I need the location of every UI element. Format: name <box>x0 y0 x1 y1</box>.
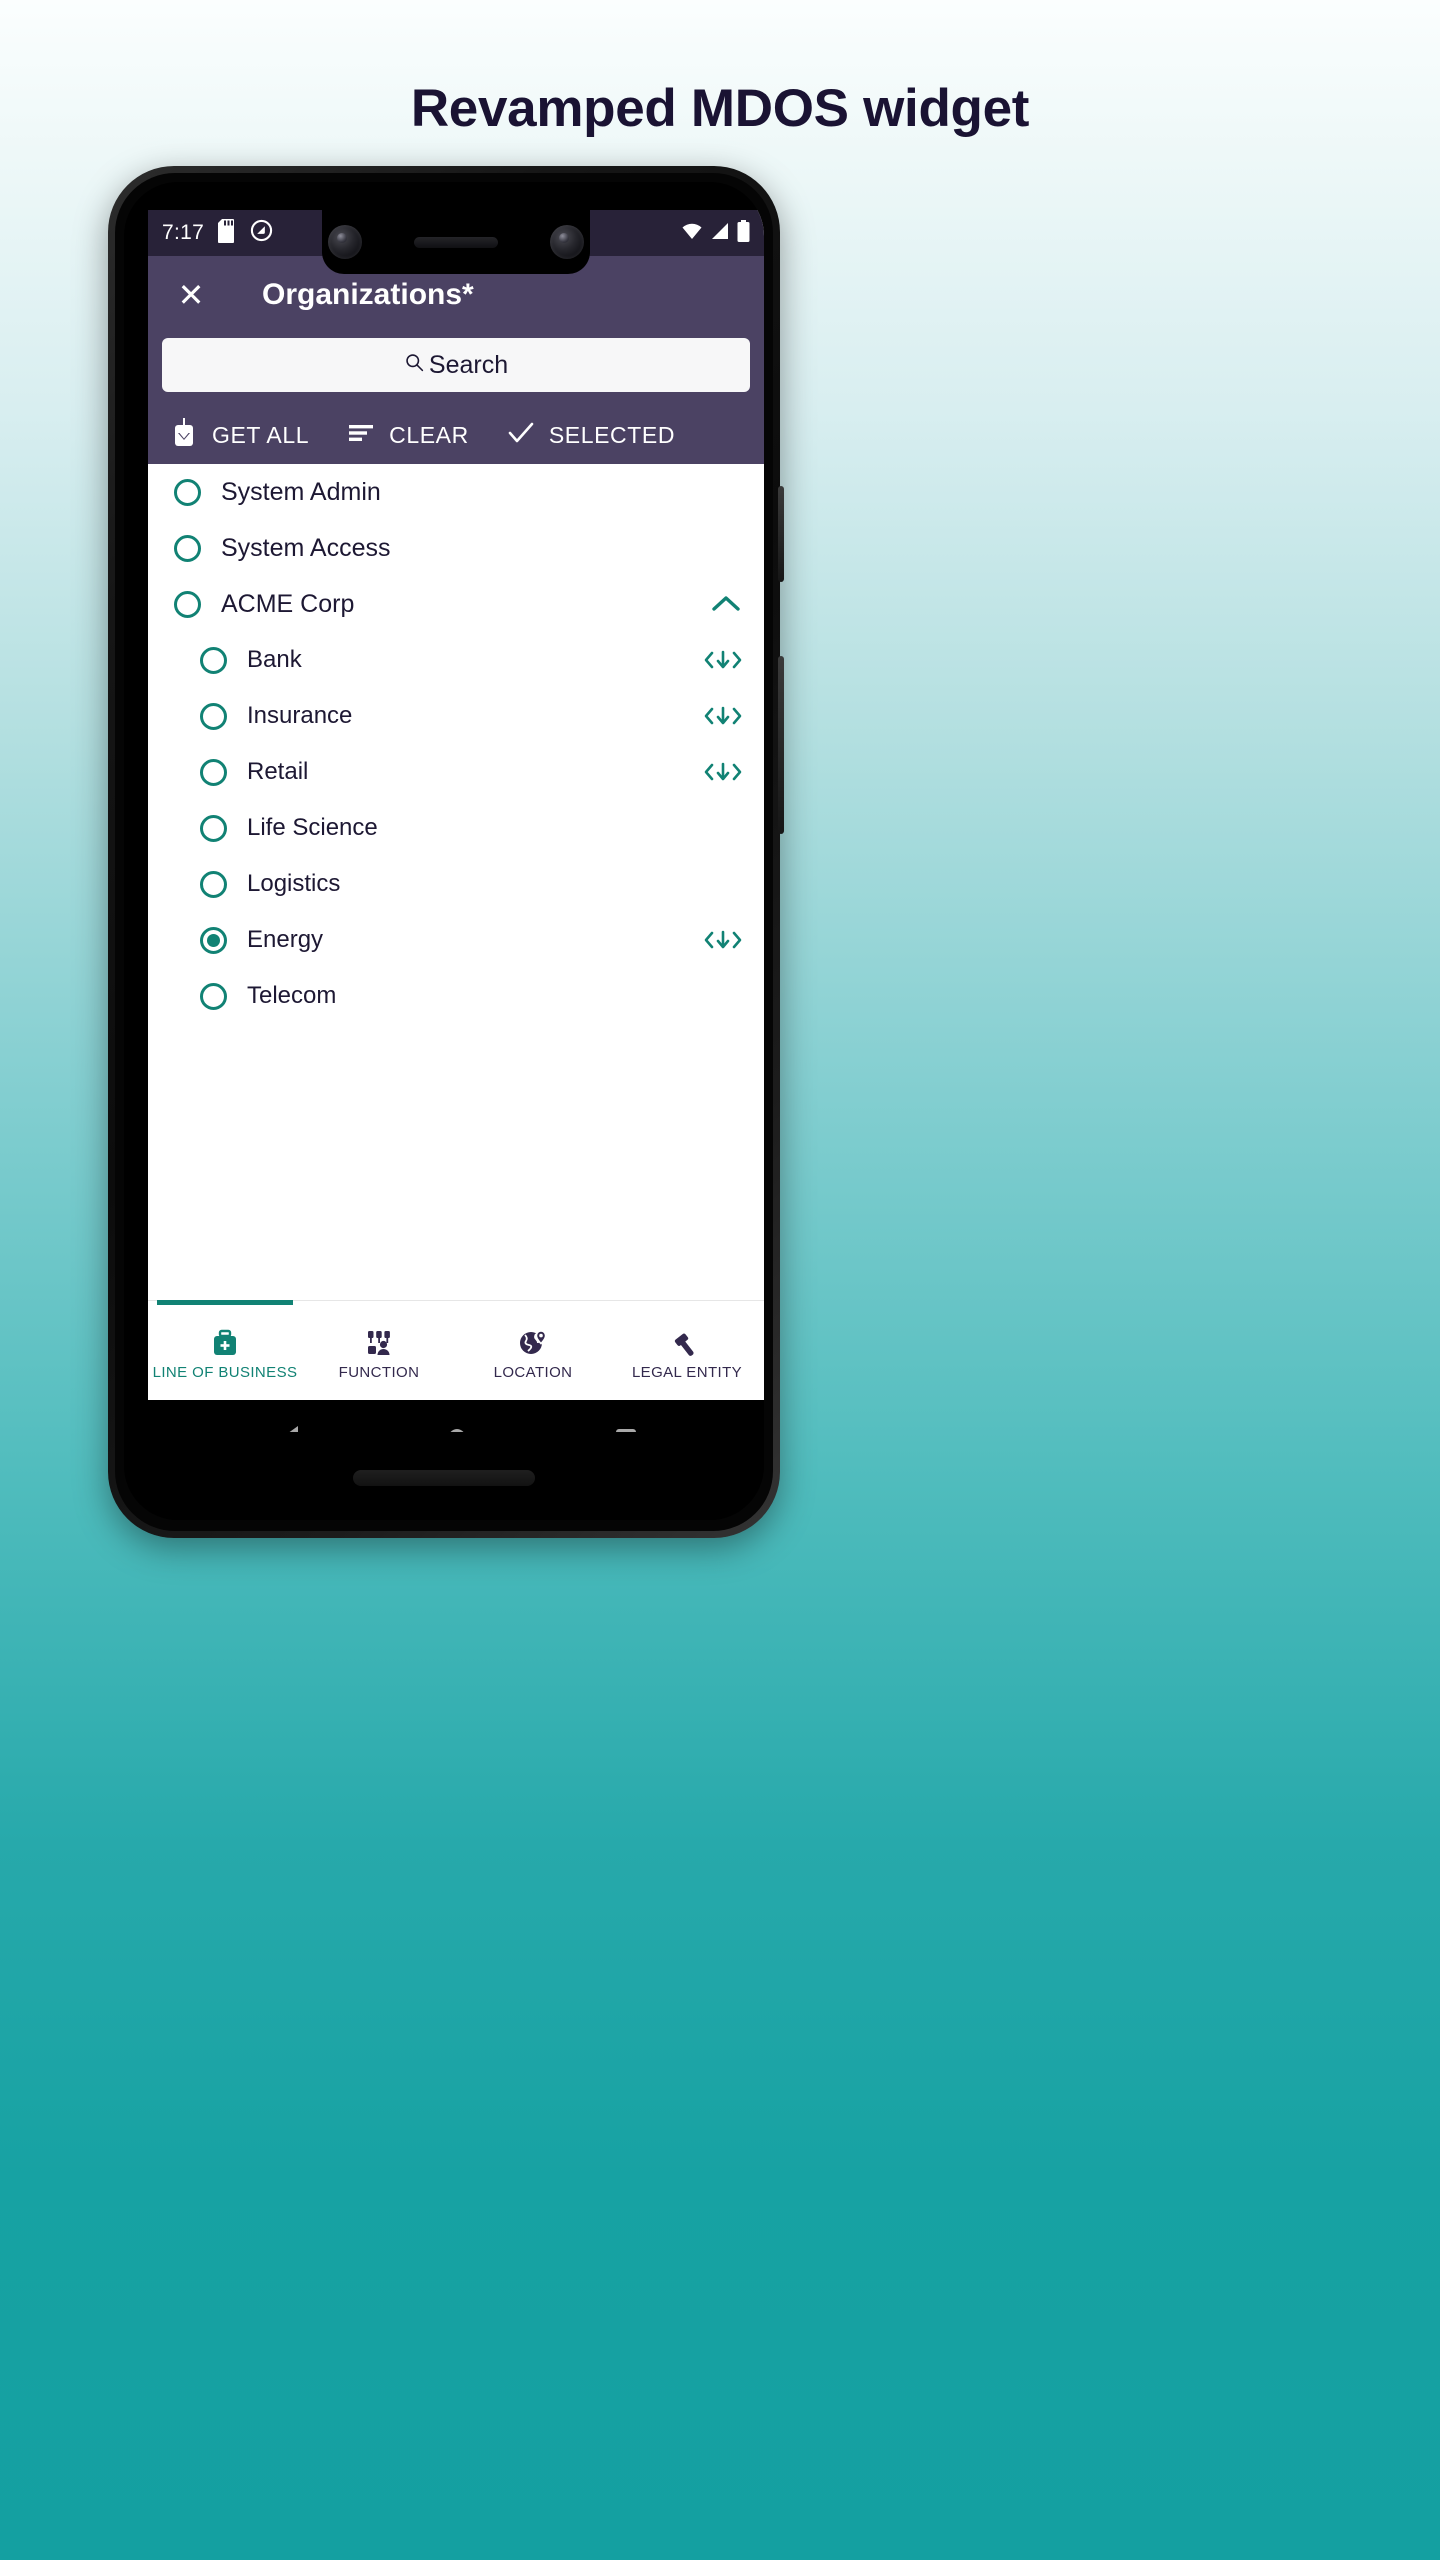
app-bar-title: Organizations* <box>262 278 474 311</box>
org-chart-icon <box>363 1326 395 1360</box>
status-clock: 7:17 <box>162 221 205 244</box>
selected-button[interactable]: SELECTED <box>507 420 675 451</box>
tab-line-of-business[interactable]: LINE OF BUSINESS <box>148 1300 302 1400</box>
radio-button-selected[interactable] <box>200 926 227 954</box>
radio-button[interactable] <box>200 646 227 674</box>
tab-active-indicator <box>157 1300 293 1305</box>
list-item-label: Energy <box>247 926 324 953</box>
expand-download-icon[interactable] <box>704 705 742 727</box>
front-camera-secondary-icon <box>550 225 584 259</box>
globe-pin-icon <box>517 1326 549 1360</box>
search-input[interactable]: Search <box>162 338 750 392</box>
bottom-tab-bar: LINE OF BUSINESS FUNCTION LOCATION LEGAL… <box>148 1300 764 1400</box>
list-item[interactable]: Retail <box>148 744 764 800</box>
tab-label: FUNCTION <box>338 1363 420 1381</box>
clear-label: CLEAR <box>389 421 469 448</box>
list-item-label: Life Science <box>247 814 378 841</box>
expand-download-icon[interactable] <box>704 761 742 783</box>
check-icon <box>507 420 535 451</box>
tab-legal-entity[interactable]: LEGAL ENTITY <box>610 1301 764 1400</box>
briefcase-icon <box>209 1326 241 1360</box>
phone-bezel: 7:17 ✕ Organizations* Search GET ALL CLE… <box>124 182 764 1520</box>
tab-label: LINE OF BUSINESS <box>152 1363 298 1381</box>
radio-button[interactable] <box>200 814 227 842</box>
action-toolbar: GET ALL CLEAR SELECTED <box>148 406 764 464</box>
list-item[interactable]: Logistics <box>148 856 764 912</box>
radio-button[interactable] <box>174 590 201 618</box>
selected-label: SELECTED <box>548 421 676 448</box>
list-item-label: Bank <box>247 646 302 673</box>
bottom-speaker <box>353 1470 535 1486</box>
get-all-label: GET ALL <box>212 421 310 448</box>
status-right-icons <box>681 219 750 247</box>
list-item[interactable]: Insurance <box>148 688 764 744</box>
status-left-icons <box>218 218 273 248</box>
radio-button[interactable] <box>200 702 227 730</box>
list-item[interactable]: System Admin <box>148 464 764 520</box>
chevron-up-icon[interactable] <box>710 593 742 615</box>
list-item-label: ACME Corp <box>221 589 355 618</box>
device-screen: 7:17 ✕ Organizations* Search GET ALL CLE… <box>148 210 764 1432</box>
front-camera-icon <box>328 225 362 259</box>
device-chin <box>148 1432 740 1520</box>
sort-icon <box>347 422 375 449</box>
search-icon <box>404 352 425 378</box>
list-item-label: Insurance <box>247 702 353 729</box>
tab-label: LOCATION <box>493 1363 573 1381</box>
signal-icon <box>710 222 730 245</box>
tab-location[interactable]: LOCATION <box>456 1301 610 1400</box>
list-item[interactable]: Telecom <box>148 968 764 1024</box>
do-not-disturb-icon <box>250 219 273 247</box>
phone-frame: 7:17 ✕ Organizations* Search GET ALL CLE… <box>108 166 784 1538</box>
close-icon[interactable]: ✕ <box>168 272 214 318</box>
gavel-icon <box>671 1326 703 1360</box>
expand-download-icon[interactable] <box>704 929 742 951</box>
earpiece-speaker <box>414 236 498 248</box>
radio-button[interactable] <box>200 758 227 786</box>
list-item[interactable]: Bank <box>148 632 764 688</box>
page-title: Revamped MDOS widget <box>410 79 1030 138</box>
list-item[interactable]: Life Science <box>148 800 764 856</box>
volume-button[interactable] <box>778 656 784 834</box>
radio-button[interactable] <box>174 534 201 562</box>
list-item[interactable]: System Access <box>148 520 764 576</box>
list-item-label: System Access <box>221 533 391 562</box>
search-placeholder: Search <box>428 350 509 379</box>
search-container: Search <box>148 334 764 406</box>
download-icon <box>170 417 198 453</box>
organization-list[interactable]: System Admin System Access ACME Corp Ban… <box>148 464 764 1300</box>
radio-button[interactable] <box>200 982 227 1010</box>
battery-icon <box>737 219 750 247</box>
get-all-button[interactable]: GET ALL <box>170 417 310 453</box>
power-button[interactable] <box>778 486 784 582</box>
notch <box>322 210 590 274</box>
list-item-label: Logistics <box>247 870 341 897</box>
app-bar: ✕ Organizations* Search GET ALL CLEAR SE… <box>148 256 764 464</box>
radio-button[interactable] <box>200 870 227 898</box>
list-item-label: Telecom <box>247 982 337 1009</box>
phone-frame-inner: 7:17 ✕ Organizations* Search GET ALL CLE… <box>115 173 773 1531</box>
clear-button[interactable]: CLEAR <box>347 422 469 449</box>
wifi-icon <box>681 222 703 245</box>
list-item-label: System Admin <box>221 477 381 506</box>
list-item[interactable]: ACME Corp <box>148 576 764 632</box>
radio-button[interactable] <box>174 478 201 506</box>
tab-label: LEGAL ENTITY <box>631 1363 743 1381</box>
tab-function[interactable]: FUNCTION <box>302 1301 456 1400</box>
list-item-label: Retail <box>247 758 309 785</box>
android-nav-bar <box>148 1400 764 1432</box>
expand-download-icon[interactable] <box>704 649 742 671</box>
sd-card-icon <box>218 218 238 248</box>
list-item[interactable]: Energy <box>148 912 764 968</box>
